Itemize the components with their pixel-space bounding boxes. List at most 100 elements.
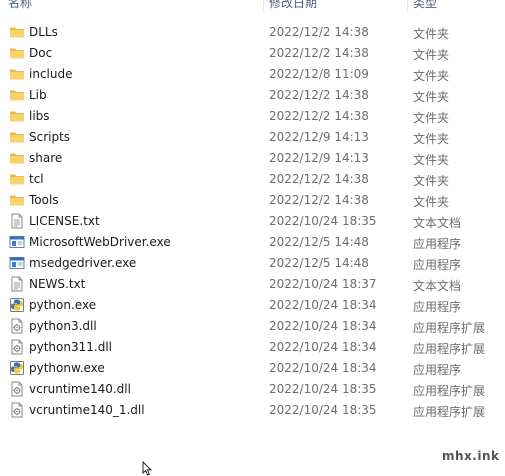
file-modified-date: 2022/12/2 14:38 — [269, 88, 369, 102]
folder-icon — [9, 108, 25, 124]
file-row[interactable]: pythonw.exe 2022/10/24 18:34 应用程序 — [0, 358, 505, 379]
file-name[interactable]: MicrosoftWebDriver.exe — [29, 235, 171, 249]
file-modified-date: 2022/12/9 14:13 — [269, 151, 369, 165]
file-name[interactable]: LICENSE.txt — [29, 214, 100, 228]
file-type: 文本文档 — [413, 279, 462, 293]
file-modified-date: 2022/12/9 14:13 — [269, 130, 369, 144]
file-row[interactable]: msedgedriver.exe 2022/12/5 14:48 应用程序 — [0, 253, 505, 274]
file-row[interactable]: vcruntime140_1.dll 2022/10/24 18:35 应用程序扩展 — [0, 400, 505, 421]
file-type: 文件夹 — [413, 111, 450, 125]
folder-icon — [9, 87, 25, 103]
file-modified-date: 2022/10/24 18:34 — [269, 361, 377, 375]
file-row[interactable]: Scripts 2022/12/9 14:13 文件夹 — [0, 127, 505, 148]
file-type: 应用程序 — [413, 300, 462, 314]
file-name[interactable]: Tools — [29, 193, 59, 207]
file-type: 文件夹 — [413, 174, 450, 188]
mouse-cursor-icon — [142, 461, 153, 476]
file-row[interactable]: DLLs 2022/12/2 14:38 文件夹 — [0, 22, 505, 43]
folder-icon — [9, 192, 25, 208]
file-modified-date: 2022/10/24 18:34 — [269, 340, 377, 354]
file-row[interactable]: MicrosoftWebDriver.exe 2022/12/5 14:48 应用程… — [0, 232, 505, 253]
file-name[interactable]: python3.dll — [29, 319, 97, 333]
column-header-type[interactable]: 类型 — [413, 0, 437, 11]
file-name[interactable]: vcruntime140_1.dll — [29, 403, 145, 417]
app-window-icon — [9, 255, 25, 271]
file-type: 文件夹 — [413, 132, 450, 146]
file-name[interactable]: include — [29, 67, 72, 81]
file-modified-date: 2022/10/24 18:35 — [269, 403, 377, 417]
file-name[interactable]: NEWS.txt — [29, 277, 85, 291]
file-name[interactable]: DLLs — [29, 25, 58, 39]
column-header-name[interactable]: 名称 — [8, 0, 32, 11]
folder-icon — [9, 171, 25, 187]
file-modified-date: 2022/10/24 18:35 — [269, 214, 377, 228]
column-divider[interactable] — [263, 0, 264, 13]
folder-icon — [9, 150, 25, 166]
file-name[interactable]: libs — [29, 109, 50, 123]
column-divider[interactable] — [407, 0, 408, 13]
file-modified-date: 2022/12/5 14:48 — [269, 256, 369, 270]
file-row[interactable]: LICENSE.txt 2022/10/24 18:35 文本文档 — [0, 211, 505, 232]
file-row[interactable]: Lib 2022/12/2 14:38 文件夹 — [0, 85, 505, 106]
file-type: 文件夹 — [413, 69, 450, 83]
python-icon — [9, 297, 25, 313]
file-modified-date: 2022/12/2 14:38 — [269, 46, 369, 60]
file-name[interactable]: tcl — [29, 172, 44, 186]
file-row[interactable]: libs 2022/12/2 14:38 文件夹 — [0, 106, 505, 127]
file-name[interactable]: Doc — [29, 46, 52, 60]
file-modified-date: 2022/10/24 18:34 — [269, 298, 377, 312]
file-row[interactable]: vcruntime140.dll 2022/10/24 18:35 应用程序扩展 — [0, 379, 505, 400]
file-type: 文件夹 — [413, 153, 450, 167]
folder-icon — [9, 66, 25, 82]
file-row[interactable]: include 2022/12/8 11:09 文件夹 — [0, 64, 505, 85]
file-type: 文件夹 — [413, 90, 450, 104]
file-row[interactable]: Tools 2022/12/2 14:38 文件夹 — [0, 190, 505, 211]
file-type: 应用程序扩展 — [413, 321, 486, 335]
file-modified-date: 2022/12/2 14:38 — [269, 109, 369, 123]
file-row[interactable]: NEWS.txt 2022/10/24 18:37 文本文档 — [0, 274, 505, 295]
folder-icon — [9, 129, 25, 145]
file-row[interactable]: Doc 2022/12/2 14:38 文件夹 — [0, 43, 505, 64]
file-name[interactable]: pythonw.exe — [29, 361, 105, 375]
file-modified-date: 2022/10/24 18:37 — [269, 277, 377, 291]
file-modified-date: 2022/12/2 14:38 — [269, 193, 369, 207]
file-modified-date: 2022/10/24 18:35 — [269, 382, 377, 396]
file-row[interactable]: python.exe 2022/10/24 18:34 应用程序 — [0, 295, 505, 316]
python-icon — [9, 360, 25, 376]
text-file-icon — [9, 276, 25, 292]
file-name[interactable]: Scripts — [29, 130, 70, 144]
dll-file-icon — [9, 402, 25, 418]
file-type: 文本文档 — [413, 216, 462, 230]
file-row[interactable]: python311.dll 2022/10/24 18:34 应用程序扩展 — [0, 337, 505, 358]
column-header-modified[interactable]: 修改日期 — [269, 0, 317, 11]
file-modified-date: 2022/12/8 11:09 — [269, 67, 369, 81]
watermark: mhx.ink — [442, 449, 500, 463]
file-modified-date: 2022/10/24 18:34 — [269, 319, 377, 333]
file-type: 应用程序扩展 — [413, 342, 486, 356]
app-window-icon — [9, 234, 25, 250]
file-name[interactable]: python.exe — [29, 298, 96, 312]
file-type: 应用程序扩展 — [413, 384, 486, 398]
file-modified-date: 2022/12/5 14:48 — [269, 235, 369, 249]
dll-file-icon — [9, 339, 25, 355]
file-row[interactable]: share 2022/12/9 14:13 文件夹 — [0, 148, 505, 169]
file-name[interactable]: share — [29, 151, 62, 165]
text-file-icon — [9, 213, 25, 229]
file-type: 应用程序扩展 — [413, 405, 486, 419]
file-name[interactable]: python311.dll — [29, 340, 112, 354]
folder-icon — [9, 45, 25, 61]
file-name[interactable]: msedgedriver.exe — [29, 256, 136, 270]
column-header-bar: 名称 修改日期 类型 — [0, 0, 505, 13]
file-row[interactable]: tcl 2022/12/2 14:38 文件夹 — [0, 169, 505, 190]
folder-icon — [9, 24, 25, 40]
file-name[interactable]: Lib — [29, 88, 47, 102]
file-row[interactable]: python3.dll 2022/10/24 18:34 应用程序扩展 — [0, 316, 505, 337]
dll-file-icon — [9, 318, 25, 334]
file-list: DLLs 2022/12/2 14:38 文件夹 Doc 2022/12/2 14:38… — [0, 22, 505, 421]
file-type: 文件夹 — [413, 195, 450, 209]
file-modified-date: 2022/12/2 14:38 — [269, 25, 369, 39]
file-name[interactable]: vcruntime140.dll — [29, 382, 131, 396]
file-type: 应用程序 — [413, 237, 462, 251]
file-type: 文件夹 — [413, 27, 450, 41]
file-modified-date: 2022/12/2 14:38 — [269, 172, 369, 186]
